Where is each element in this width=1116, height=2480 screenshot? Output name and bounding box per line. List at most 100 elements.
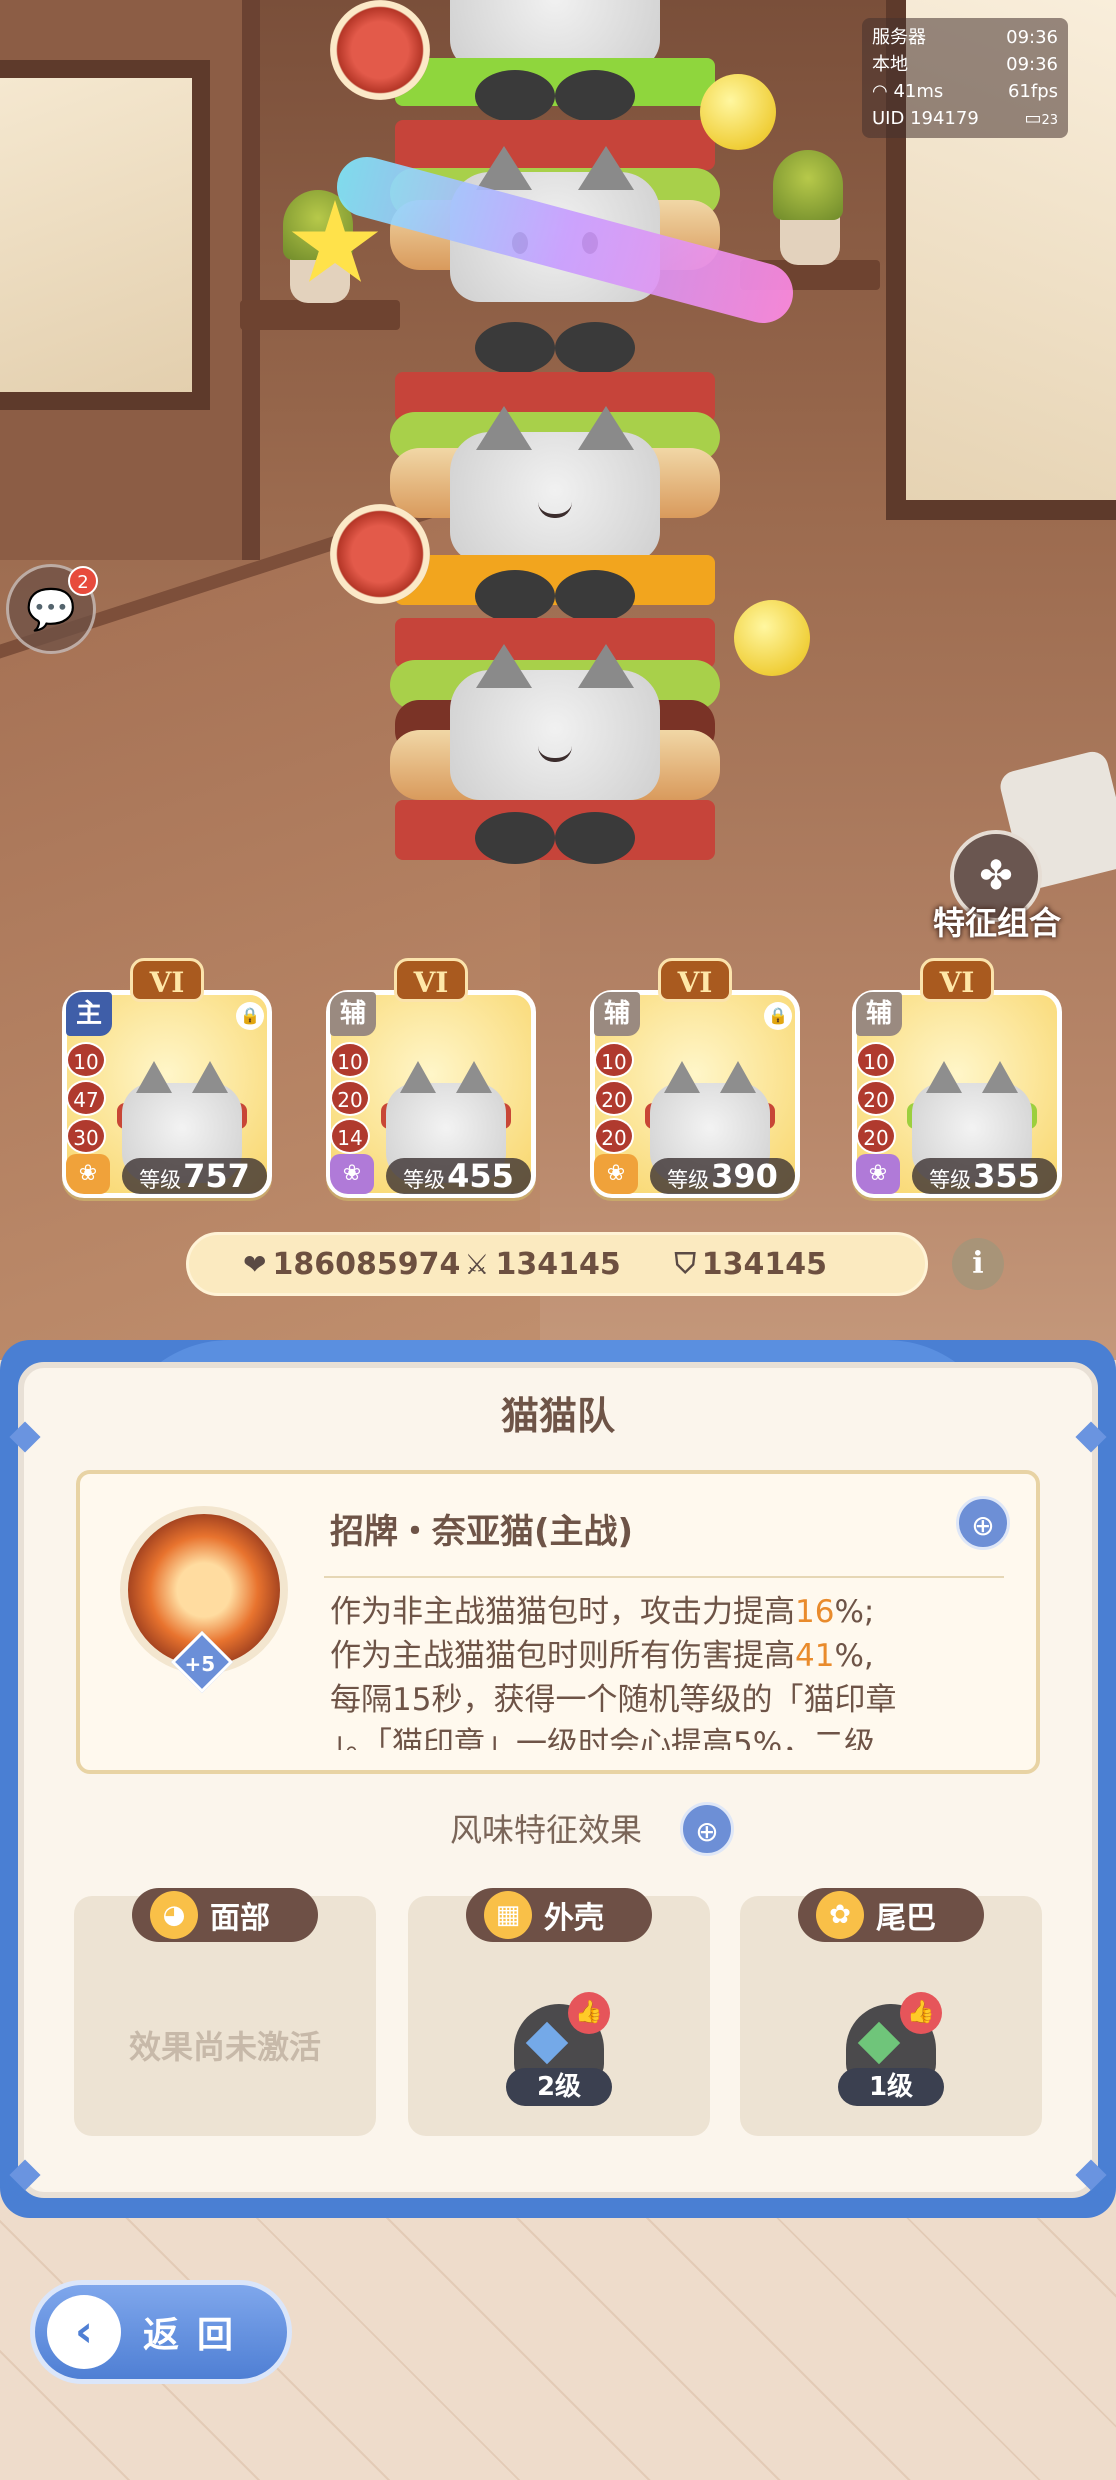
cat-card[interactable]: VI 辅 10 20 14 ❀ 等级 455: [326, 958, 536, 1200]
hp-value: 186085974: [272, 1246, 461, 1282]
cat-card[interactable]: VI 主 🔒 10 47 30 ❀ 等级 757: [62, 958, 272, 1200]
stat-value: 20: [594, 1080, 634, 1116]
meat-icon: [330, 0, 430, 100]
battery-value: 23: [1041, 113, 1058, 128]
gem-icon: [857, 2021, 901, 2065]
level-label: 等级: [139, 1168, 182, 1192]
slot-tab: ▦ 外壳: [466, 1888, 652, 1942]
slot-level: 2级: [506, 2068, 612, 2106]
defense-stat: ⛉ 134145: [675, 1247, 827, 1282]
flavor-slot-tail[interactable]: ✿ 尾巴 👍 1级: [740, 1888, 1042, 2136]
panel-title: 猫猫队: [500, 1394, 615, 1438]
cat-face: [450, 644, 660, 800]
uid-row: UID 194179 ▭23: [872, 105, 1058, 134]
desc-line: 」。「猫印章」一级时会心提高5%，二级: [330, 1726, 876, 1750]
card-stats: 10 20 14: [330, 1042, 370, 1156]
stat-value: 10: [330, 1042, 370, 1078]
paw-icon: ❀: [594, 1154, 638, 1194]
desc-line: 每隔15秒，获得一个随机等级的「猫印章: [330, 1682, 897, 1718]
paw-icon: ❀: [330, 1154, 374, 1194]
rank-badge: VI: [920, 958, 994, 1002]
defense-value: 134145: [701, 1246, 827, 1282]
trait-combo-label[interactable]: 特征组合: [922, 898, 1072, 944]
uid-value: UID 194179: [872, 108, 979, 129]
slot-label: 外壳: [544, 1901, 604, 1936]
card-stats: 10 47 30: [66, 1042, 106, 1156]
level-value: 455: [447, 1157, 514, 1195]
chat-bubble-icon: 💬: [26, 586, 76, 633]
slot-tab: ✿ 尾巴: [798, 1888, 984, 1942]
card-stats: 10 20 20: [594, 1042, 634, 1156]
back-button[interactable]: ‹ 返回: [30, 2280, 292, 2384]
slot-label: 尾巴: [876, 1901, 936, 1936]
server-time-row: 服务器 09:36: [872, 24, 1058, 51]
level-value: 355: [973, 1157, 1040, 1195]
battery-icon: ▭23: [1024, 108, 1058, 129]
burger-layer: [395, 120, 715, 170]
clover-icon: ✤: [979, 853, 1013, 899]
feature-name: 招牌・奈亚猫(主战): [330, 1512, 634, 1552]
level-value: 390: [711, 1157, 778, 1195]
feature-divider: [324, 1576, 1004, 1578]
rank-badge: VI: [658, 958, 732, 1002]
network-status-panel: 服务器 09:36 本地 09:36 ◠ 41ms 61fps UID 1941…: [862, 18, 1068, 138]
chat-unread-badge: 2: [68, 566, 98, 596]
role-badge-support: 辅: [856, 992, 902, 1036]
slot-label: 面部: [210, 1901, 270, 1936]
ping-row: ◠ 41ms 61fps: [872, 78, 1058, 105]
server-label: 服务器: [872, 27, 926, 48]
flavor-section-title: 风味特征效果: [450, 1811, 643, 1849]
cat-paws: [475, 812, 635, 864]
back-label: 返回: [143, 2315, 252, 2356]
level-value: 757: [183, 1157, 250, 1195]
slot-level: 1级: [838, 2068, 944, 2106]
cat-paws: [475, 570, 635, 622]
cat-paws: [475, 70, 635, 122]
desc-line: 作为非主战猫猫包时，攻击力提高16%;: [330, 1594, 875, 1630]
cat-face-icon: ◕: [150, 1891, 198, 1939]
cat-burger-stack: [380, 0, 730, 870]
feature-zoom-button[interactable]: ⊕: [956, 1496, 1010, 1550]
flavor-slot-shell[interactable]: ▦ 外壳 👍 2级: [408, 1888, 710, 2136]
crossed-swords-icon: ⚔: [464, 1247, 490, 1281]
cat-card[interactable]: VI 辅 10 20 20 ❀ 等级 355: [852, 958, 1062, 1200]
thumbs-up-icon: 👍: [900, 1992, 942, 2034]
stat-value: 20: [856, 1118, 896, 1154]
feature-description[interactable]: 作为非主战猫猫包时，攻击力提高16%; 作为主战猫猫包时则所有伤害提高41%, …: [330, 1590, 990, 1750]
tail-icon: ✿: [816, 1891, 864, 1939]
attack-stat: ⚔ 134145: [464, 1247, 620, 1282]
stat-value: 10: [856, 1042, 896, 1078]
desc-line: 作为主战猫猫包时则所有伤害提高41%,: [330, 1638, 874, 1674]
stat-value: 20: [330, 1080, 370, 1116]
fps-value: 61fps: [1007, 81, 1058, 102]
role-badge-main: 主: [66, 992, 112, 1036]
meat-icon: [330, 504, 430, 604]
gem-icon: [525, 2021, 569, 2065]
stat-value: 20: [856, 1080, 896, 1116]
info-button[interactable]: i: [952, 1238, 1004, 1290]
level-label: 等级: [667, 1168, 710, 1192]
stat-value: 10: [594, 1042, 634, 1078]
cat-card[interactable]: VI 辅 🔒 10 20 20 ❀ 等级 390: [590, 958, 800, 1200]
shell-icon: ▦: [484, 1891, 532, 1939]
slot-tab: ◕ 面部: [132, 1888, 318, 1942]
lock-icon[interactable]: 🔒: [236, 1002, 264, 1030]
cat-card-row: VI 主 🔒 10 47 30 ❀ 等级 757 VI 辅 10 20 14 ❀: [62, 958, 1062, 1200]
paw-icon: ❀: [66, 1154, 110, 1194]
thumbs-up-icon: 👍: [568, 1992, 610, 2034]
stat-value: 30: [66, 1118, 106, 1154]
plant-icon: [773, 150, 843, 220]
heart-icon: ❤: [243, 1247, 267, 1281]
coin-icon: [700, 74, 776, 150]
coin-icon: [734, 600, 810, 676]
flavor-slot-face[interactable]: ◕ 面部 效果尚未激活: [74, 1888, 376, 2136]
cat-paws: [475, 322, 635, 374]
paw-icon: ❀: [856, 1154, 900, 1194]
card-level: 等级 757: [122, 1158, 267, 1194]
local-time: 09:36: [1006, 54, 1058, 75]
card-stats: 10 20 20: [856, 1042, 896, 1156]
rank-badge: VI: [394, 958, 468, 1002]
lock-icon[interactable]: 🔒: [764, 1002, 792, 1030]
flavor-zoom-button[interactable]: ⊕: [680, 1802, 734, 1856]
server-time: 09:36: [1006, 27, 1058, 48]
